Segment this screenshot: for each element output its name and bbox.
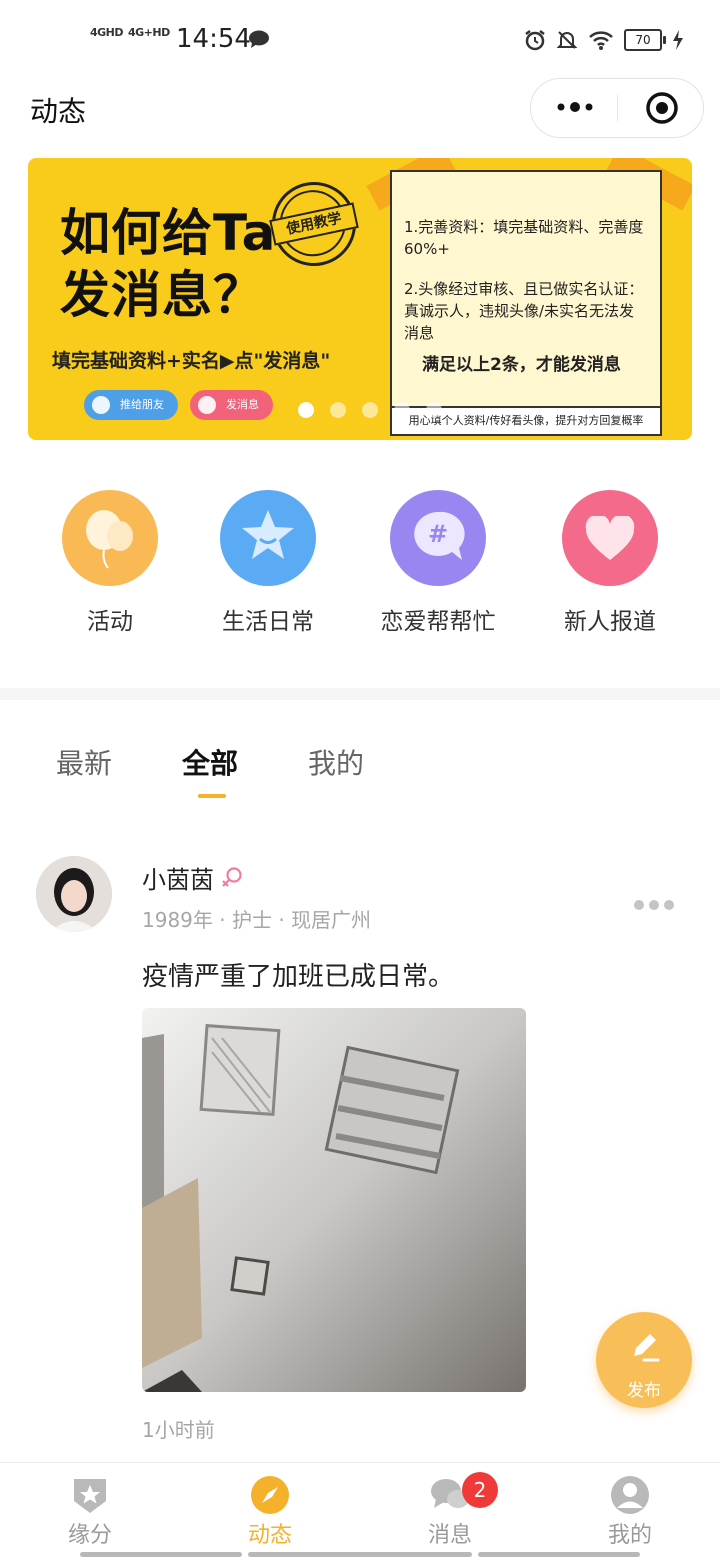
hashtag-bubble-icon: #: [390, 490, 486, 586]
category-activity[interactable]: 活动: [40, 490, 180, 636]
post-user-meta: 1989年 · 护士 · 现居广州: [142, 908, 372, 932]
user-icon: [611, 1476, 649, 1514]
close-target-icon[interactable]: [645, 91, 679, 125]
tutorial-stamp: 使用教学: [264, 174, 364, 274]
gesture-bar: [80, 1552, 242, 1557]
recommend-pill: 推给朋友: [84, 390, 178, 420]
mute-bell-icon: [556, 31, 578, 49]
shield-star-icon: [74, 1479, 106, 1513]
nav-item-me[interactable]: 我的: [570, 1463, 690, 1561]
battery-indicator: 70: [624, 29, 666, 51]
category-label: 生活日常: [222, 609, 314, 635]
category-label: 恋爱帮帮忙: [380, 609, 496, 635]
mini-program-capsule: [530, 78, 704, 138]
tab-all[interactable]: 全部: [182, 742, 238, 782]
heart-icon: [562, 490, 658, 586]
post-more-icon[interactable]: [634, 900, 674, 910]
gesture-bar: [478, 1552, 640, 1557]
post-time: 1小时前: [142, 1418, 215, 1442]
category-label: 新人报道: [564, 609, 656, 635]
post-image[interactable]: [142, 1008, 526, 1392]
category-label: 活动: [87, 609, 133, 635]
status-time: 14:54: [176, 24, 251, 54]
signal-indicator-1: 4GHD: [90, 26, 124, 39]
page-dot: [298, 402, 314, 418]
alarm-icon: [525, 30, 545, 51]
more-options-icon[interactable]: [557, 99, 593, 115]
page-title: 动态: [30, 95, 87, 128]
section-divider: [0, 688, 720, 700]
female-icon: [222, 867, 242, 887]
post-username[interactable]: 小茵茵: [142, 860, 214, 895]
post-content: 疫情严重了加班已成日常。: [142, 962, 455, 992]
category-love-help[interactable]: # 恋爱帮帮忙: [368, 490, 508, 636]
message-count-badge: 2: [462, 1472, 498, 1508]
nav-item-moments[interactable]: 动态: [210, 1463, 330, 1561]
banner-note: 1.完善资料：填完基础资料、完善度60%+ 2.头像经过审核、且已做实名认证：真…: [390, 170, 662, 436]
banner-pagination: [298, 402, 442, 418]
chat-notification-icon: [249, 30, 269, 48]
balloon-icon: [62, 490, 158, 586]
star-smile-icon: [220, 490, 316, 586]
active-tab-indicator: [198, 794, 226, 798]
nav-item-fate[interactable]: 缘分: [30, 1463, 150, 1561]
page-dot: [330, 402, 346, 418]
tab-mine[interactable]: 我的: [308, 742, 364, 782]
charging-icon: [673, 30, 683, 50]
tab-latest[interactable]: 最新: [56, 742, 112, 782]
page-dot: [394, 402, 410, 418]
category-newcomer[interactable]: 新人报道: [540, 490, 680, 636]
page-dot: [426, 402, 442, 418]
pencil-icon: [634, 1334, 660, 1362]
compass-icon: [251, 1476, 289, 1514]
svg-text:#: #: [428, 520, 448, 548]
banner-headline: 如何给Ta 发消息？: [60, 204, 277, 324]
page-dot: [362, 402, 378, 418]
signal-indicator-2: 4G+HD: [128, 26, 170, 39]
wifi-icon: [589, 31, 613, 50]
promo-banner[interactable]: 如何给Ta 发消息？ 使用教学 填完基础资料+实名▶点"发消息" 推给朋友 发消…: [28, 158, 692, 440]
gesture-bar: [248, 1552, 472, 1557]
bottom-navigation: 缘分 动态 消息 我的: [0, 1462, 720, 1561]
category-daily-life[interactable]: 生活日常: [198, 490, 338, 636]
status-bar: 4GHD 4G+HD 14:54 70: [0, 0, 720, 80]
banner-subline: 填完基础资料+实名▶点"发消息": [52, 350, 331, 372]
message-pill: 发消息: [190, 390, 273, 420]
capsule-divider: [617, 95, 618, 121]
publish-button[interactable]: 发布: [596, 1312, 692, 1408]
avatar[interactable]: [36, 856, 112, 932]
status-icons: 70: [524, 26, 684, 54]
